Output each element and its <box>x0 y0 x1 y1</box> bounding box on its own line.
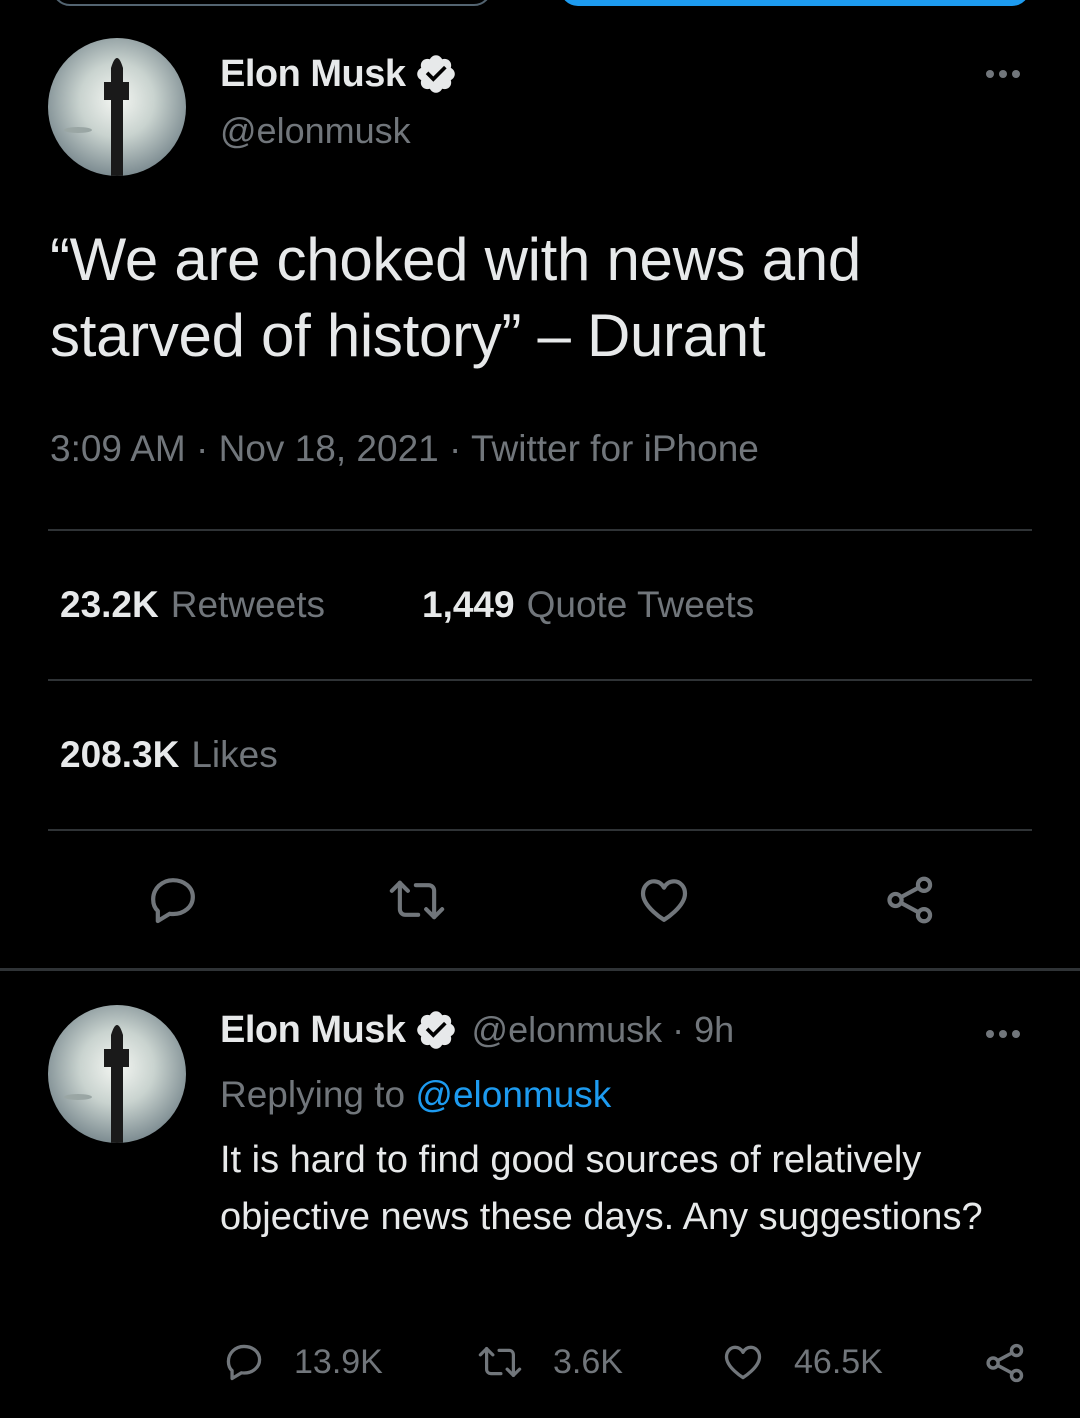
primary-button-partial[interactable] <box>560 0 1030 6</box>
author-name[interactable]: Elon Musk <box>220 53 406 96</box>
separator: · <box>672 1009 685 1050</box>
thread-divider <box>0 968 1080 971</box>
share-icon[interactable] <box>882 872 938 928</box>
divider <box>48 829 1032 831</box>
reply-like-button[interactable]: 46.5K <box>720 1340 883 1384</box>
retweets-label: Retweets <box>170 584 325 625</box>
like-icon <box>724 1345 762 1380</box>
retweets-count: 23.2K <box>60 584 159 625</box>
likes-stat[interactable]: 208.3K Likes <box>60 734 278 776</box>
reply-author-handle[interactable]: @elonmusk <box>472 1009 663 1051</box>
likes-count: 208.3K <box>60 734 180 775</box>
quote-tweets-stat[interactable]: 1,449 Quote Tweets <box>422 584 754 626</box>
avatar[interactable] <box>48 38 186 176</box>
replying-handle-link[interactable]: @elonmusk <box>415 1074 611 1115</box>
reply-count: 13.9K <box>294 1342 383 1381</box>
author-handle[interactable]: @elonmusk <box>220 110 411 152</box>
quote-count: 1,449 <box>422 584 515 625</box>
follow-button-partial[interactable] <box>52 0 492 6</box>
retweets-stat[interactable]: 23.2K Retweets <box>60 584 325 626</box>
reply-retweet-button[interactable]: 3.6K <box>475 1340 623 1384</box>
tweet-text: “We are choked with news and starved of … <box>50 226 861 369</box>
more-options-icon[interactable] <box>986 1030 1020 1038</box>
replying-label: Replying to <box>220 1074 406 1115</box>
like-icon[interactable] <box>636 872 692 928</box>
retweet-icon[interactable] <box>385 872 449 928</box>
likes-label: Likes <box>191 734 278 775</box>
retweet-icon <box>478 1347 522 1378</box>
tweet-timestamp[interactable]: 3:09 AM · Nov 18, 2021 · Twitter for iPh… <box>50 428 759 470</box>
reply-icon[interactable] <box>145 872 201 928</box>
quote-label: Quote Tweets <box>526 584 755 625</box>
divider <box>48 529 1032 531</box>
share-icon <box>986 1343 1024 1383</box>
reply-author-name[interactable]: Elon Musk <box>220 1009 406 1052</box>
verified-badge-icon <box>416 55 455 93</box>
reply-share-button[interactable] <box>982 1340 1056 1386</box>
reply-reply-button[interactable]: 13.9K <box>222 1340 383 1384</box>
retweet-count: 3.6K <box>553 1342 623 1381</box>
reply-avatar[interactable] <box>48 1005 186 1143</box>
like-count: 46.5K <box>794 1342 883 1381</box>
verified-badge-icon <box>416 1011 455 1049</box>
reply-icon <box>226 1344 262 1381</box>
replying-to: Replying to @elonmusk <box>220 1074 611 1116</box>
reply-time[interactable]: 9h <box>694 1009 734 1051</box>
divider <box>48 679 1032 681</box>
reply-text: It is hard to find good sources of relat… <box>220 1139 983 1238</box>
more-options-icon[interactable] <box>986 70 1020 78</box>
